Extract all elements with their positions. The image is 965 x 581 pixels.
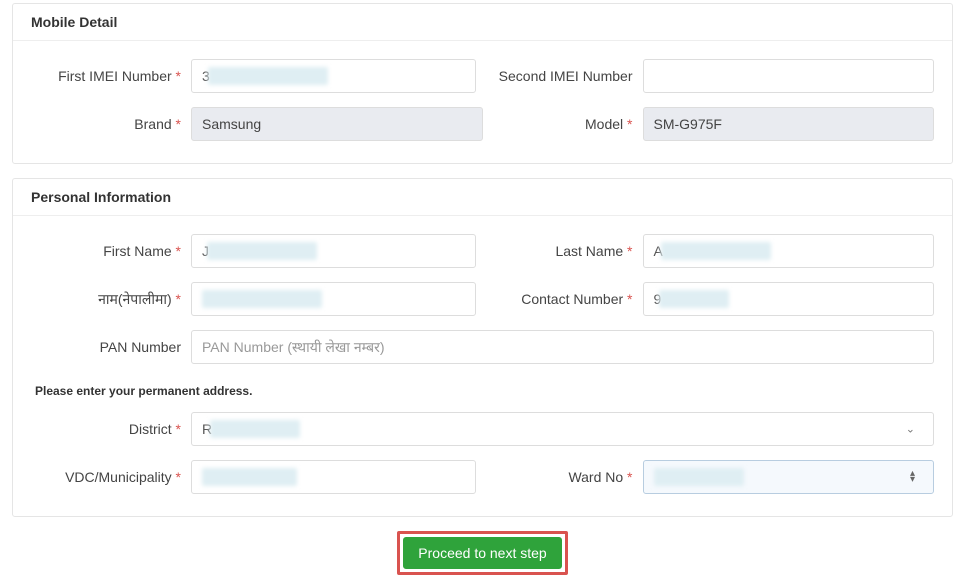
pan-label: PAN Number	[31, 339, 191, 355]
second-imei-input[interactable]	[643, 59, 935, 93]
first-imei-label: First IMEI Number *	[31, 68, 191, 84]
district-label: District *	[31, 421, 191, 437]
nepali-name-label: नाम(नेपालीमा) *	[31, 290, 191, 309]
last-name-label: Last Name *	[483, 243, 643, 259]
mobile-detail-title: Mobile Detail	[13, 4, 952, 41]
proceed-highlight: Proceed to next step	[397, 531, 567, 575]
contact-number-input[interactable]: 9	[643, 282, 935, 316]
personal-info-title: Personal Information	[13, 179, 952, 216]
first-name-input[interactable]: J	[191, 234, 476, 268]
district-select[interactable]: R ⌄	[191, 412, 934, 446]
first-name-label: First Name *	[31, 243, 191, 259]
chevron-down-icon: ⌄	[906, 423, 915, 436]
vdc-input[interactable]	[191, 460, 476, 494]
address-helper: Please enter your permanent address.	[31, 378, 934, 412]
stepper-icon: ▴▾	[910, 471, 915, 483]
proceed-button[interactable]: Proceed to next step	[403, 537, 561, 569]
model-input	[643, 107, 935, 141]
brand-label: Brand *	[31, 116, 191, 132]
nepali-name-input[interactable]	[191, 282, 476, 316]
mobile-detail-panel: Mobile Detail First IMEI Number * 3 Seco…	[12, 3, 953, 164]
contact-number-label: Contact Number *	[483, 291, 643, 307]
first-imei-input[interactable]: 3	[191, 59, 476, 93]
ward-no-select[interactable]: ▴▾	[643, 460, 935, 494]
personal-info-panel: Personal Information First Name * J Last…	[12, 178, 953, 517]
brand-input	[191, 107, 483, 141]
model-label: Model *	[483, 116, 643, 132]
second-imei-label: Second IMEI Number	[483, 68, 643, 84]
action-bar: Proceed to next step	[0, 531, 965, 575]
pan-input[interactable]	[191, 330, 934, 364]
last-name-input[interactable]: A	[643, 234, 935, 268]
vdc-label: VDC/Municipality *	[31, 469, 191, 485]
ward-no-label: Ward No *	[483, 469, 643, 485]
